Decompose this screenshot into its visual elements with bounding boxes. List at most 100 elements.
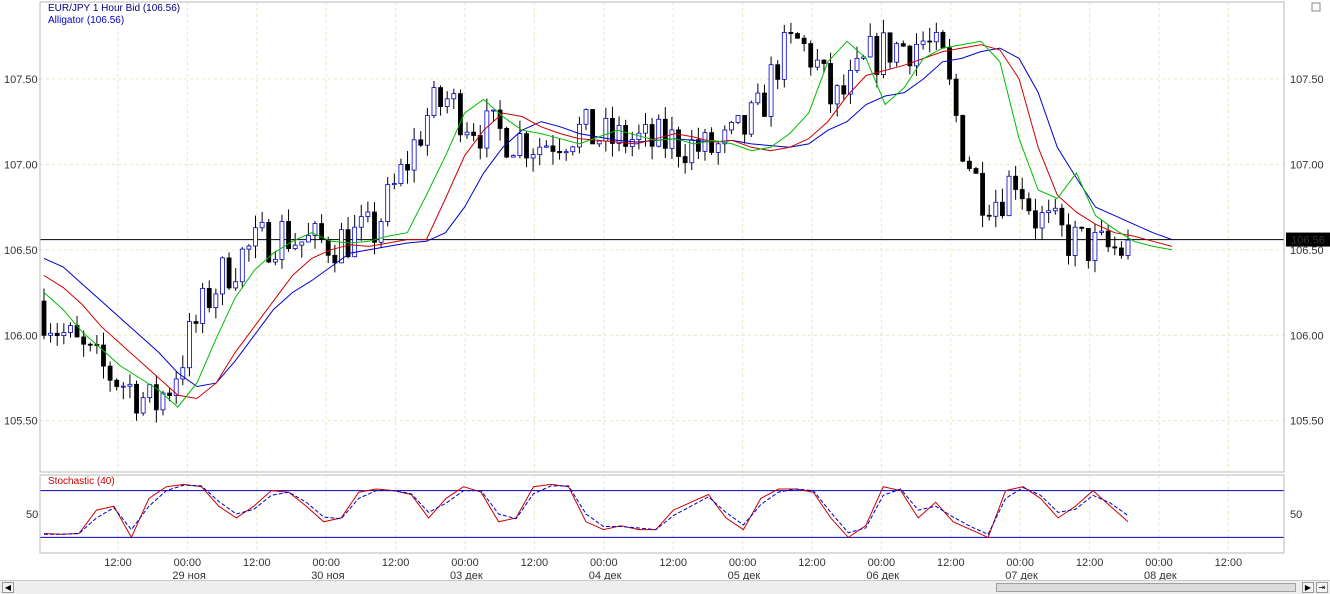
candle-up bbox=[596, 140, 602, 145]
candle-up bbox=[834, 85, 840, 105]
time-tick: 12:00 bbox=[382, 557, 410, 569]
candle-down bbox=[927, 40, 933, 43]
candle-up bbox=[1125, 239, 1131, 256]
candle-up bbox=[1046, 210, 1052, 214]
candle-up bbox=[120, 385, 126, 388]
candle-down bbox=[458, 93, 463, 136]
candle-down bbox=[87, 343, 93, 346]
candle-up bbox=[563, 151, 569, 154]
price-tick-left: 106.50 bbox=[4, 245, 38, 257]
candle-down bbox=[682, 156, 688, 164]
candle-down bbox=[795, 33, 800, 39]
candle-up bbox=[768, 64, 774, 117]
candle-up bbox=[246, 245, 252, 250]
candle-up bbox=[656, 118, 662, 147]
time-tick: 12:00 bbox=[1076, 557, 1104, 569]
candle-down bbox=[775, 64, 781, 80]
candle-up bbox=[411, 139, 417, 171]
candle-up bbox=[140, 397, 146, 414]
time-tick: 00:00 bbox=[1145, 557, 1173, 569]
candle-down bbox=[1013, 175, 1019, 190]
candle-down bbox=[101, 344, 106, 367]
candle-up bbox=[735, 115, 741, 123]
price-tick-left: 105.50 bbox=[4, 416, 38, 428]
candle-down bbox=[332, 254, 338, 264]
candle-up bbox=[365, 211, 371, 218]
candle-up bbox=[48, 332, 54, 336]
date-tick: 05 дек bbox=[728, 570, 761, 580]
time-tick: 00:00 bbox=[451, 557, 479, 569]
scroll-left-arrow-icon[interactable]: ◀ bbox=[2, 582, 14, 593]
candle-up bbox=[127, 383, 133, 387]
stochastic-k-line bbox=[43, 483, 1129, 539]
scroll-end-icon[interactable]: ⇥ bbox=[1316, 582, 1328, 593]
indicator-title: Alligator (106.56) bbox=[48, 15, 124, 26]
candle-up bbox=[200, 287, 206, 324]
candle-up bbox=[259, 221, 265, 229]
candle-up bbox=[993, 201, 999, 217]
candle-up bbox=[894, 43, 900, 63]
candle-down bbox=[980, 172, 985, 216]
time-tick: 12:00 bbox=[798, 557, 826, 569]
candle-up bbox=[491, 109, 496, 112]
candle-down bbox=[1019, 189, 1025, 200]
candle-up bbox=[643, 124, 648, 134]
candle-up bbox=[451, 93, 457, 100]
last-price-label: 106.56 bbox=[1291, 235, 1325, 247]
candle-down bbox=[762, 92, 767, 117]
candle-down bbox=[900, 43, 906, 47]
candle-up bbox=[814, 59, 820, 68]
candle-up bbox=[1052, 207, 1058, 212]
candle-down bbox=[742, 115, 748, 135]
candle-up bbox=[517, 133, 523, 156]
candle-up bbox=[537, 146, 543, 156]
candle-up bbox=[1092, 232, 1098, 261]
stochastic-lines bbox=[40, 483, 1284, 539]
candle-up bbox=[933, 32, 939, 43]
oscillator-axis: 50 50 bbox=[26, 509, 1302, 521]
date-tick: 04 дек bbox=[589, 570, 622, 580]
candle-up bbox=[583, 109, 589, 125]
time-tick: 00:00 bbox=[729, 557, 757, 569]
main-grid bbox=[40, 2, 1284, 472]
scroll-thumb[interactable] bbox=[996, 583, 1296, 592]
panel-frames bbox=[39, 1, 1285, 554]
candle-down bbox=[828, 63, 833, 105]
candlestick-series bbox=[41, 19, 1131, 423]
last-price-tag: 106.56 bbox=[1286, 232, 1330, 247]
candle-down bbox=[966, 160, 972, 169]
candle-down bbox=[1033, 210, 1038, 229]
candle-up bbox=[755, 92, 761, 104]
candle-up bbox=[391, 183, 397, 186]
candle-down bbox=[550, 145, 556, 152]
candle-up bbox=[867, 36, 873, 58]
candle-up bbox=[398, 164, 404, 184]
date-tick: 03 дек bbox=[450, 570, 483, 580]
horizontal-scrollbar[interactable]: ◀ ▶ ⇥ bbox=[0, 580, 1330, 594]
candle-up bbox=[854, 57, 860, 71]
date-tick: 08 дек bbox=[1144, 570, 1177, 580]
candle-up bbox=[444, 98, 450, 107]
date-tick: 07 дек bbox=[1005, 570, 1038, 580]
candle-up bbox=[239, 248, 245, 283]
candle-down bbox=[557, 151, 562, 154]
price-tick-right: 105.50 bbox=[1290, 416, 1324, 428]
candle-down bbox=[986, 214, 992, 217]
date-tick: 06 дек bbox=[866, 570, 899, 580]
price-tick-right: 106.00 bbox=[1290, 330, 1324, 342]
candle-down bbox=[107, 365, 113, 381]
candle-down bbox=[821, 59, 827, 64]
time-tick: 12:00 bbox=[521, 557, 549, 569]
candle-up bbox=[233, 281, 239, 289]
candle-down bbox=[1059, 207, 1065, 226]
price-tick-right: 106.50 bbox=[1290, 245, 1324, 257]
candle-up bbox=[570, 146, 576, 153]
price-tick-right: 107.00 bbox=[1290, 159, 1324, 171]
candle-up bbox=[1099, 230, 1104, 233]
candle-down bbox=[114, 379, 120, 387]
scroll-right-arrow-icon[interactable]: ▶ bbox=[1302, 582, 1314, 593]
price-tick-left: 106.00 bbox=[4, 330, 38, 342]
corner-box-icon[interactable] bbox=[1311, 2, 1321, 12]
candle-down bbox=[960, 115, 966, 162]
oscillator-tick-right: 50 bbox=[1290, 509, 1302, 521]
